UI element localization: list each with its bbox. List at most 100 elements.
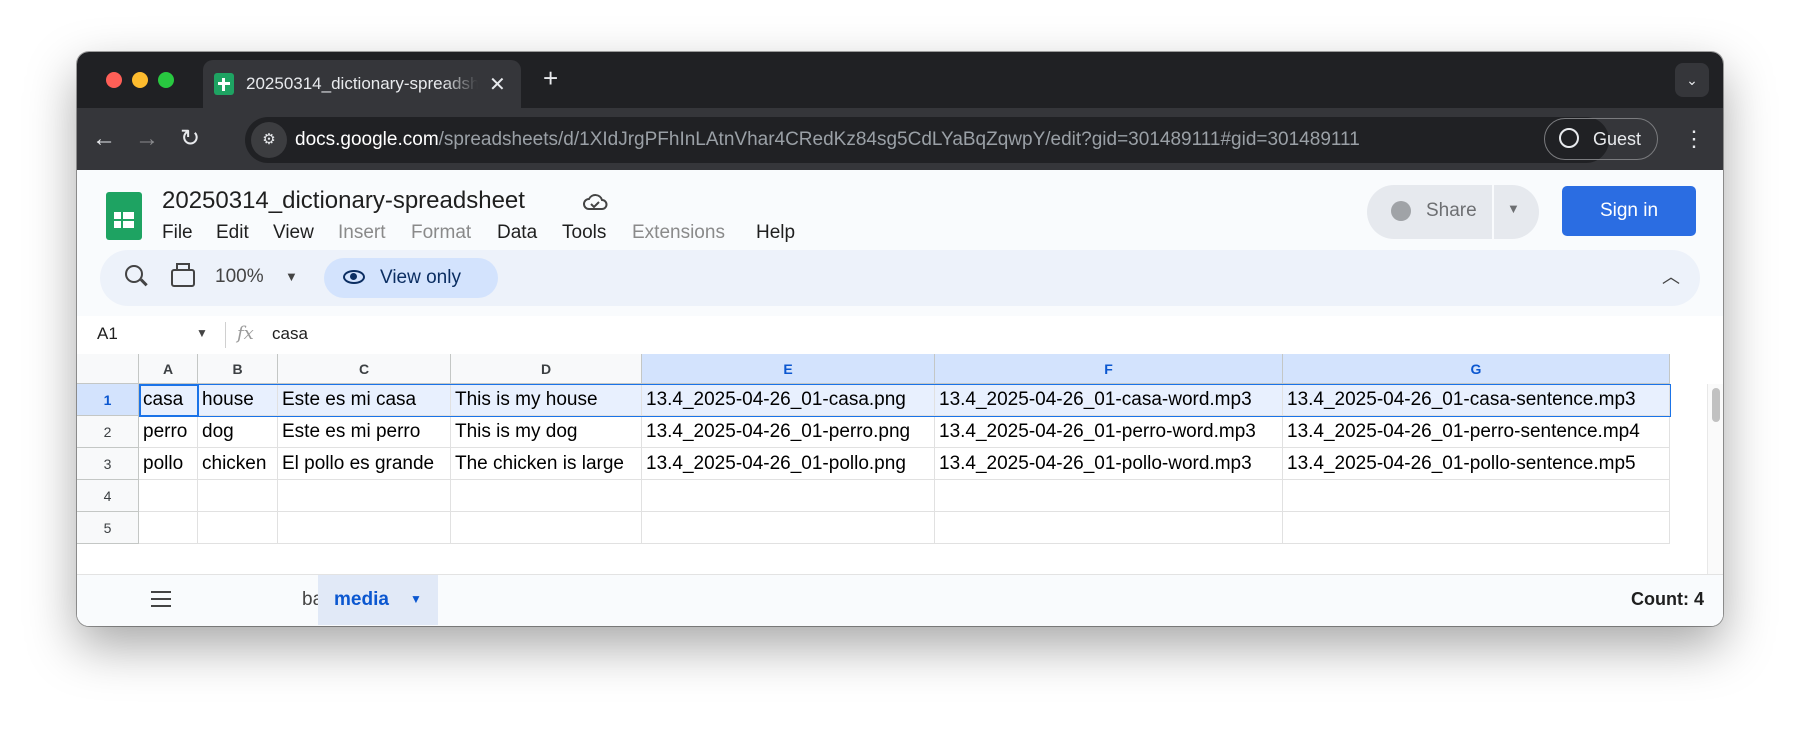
share-dropdown-icon[interactable]: ▼ (1507, 201, 1520, 216)
sheets-toolbar: 100% ▼ View only ︿ (100, 250, 1700, 306)
menu-file[interactable]: File (162, 222, 193, 244)
cell-b5[interactable] (198, 512, 278, 544)
column-header-g[interactable]: G (1283, 354, 1670, 384)
zoom-dropdown-icon[interactable]: ▼ (285, 269, 298, 284)
url-text[interactable]: docs.google.com/spreadsheets/d/1XIdJrgPF… (295, 129, 1360, 151)
sheet-tab-media[interactable]: media ▼ (318, 575, 438, 625)
tune-icon: ⚙ (262, 131, 276, 148)
browser-toolbar: ← → ↻ ⚙ docs.google.com/spreadsheets/d/1… (77, 108, 1723, 170)
close-window-button[interactable] (106, 72, 122, 88)
cell-g5[interactable] (1283, 512, 1670, 544)
cell-d5[interactable] (451, 512, 642, 544)
cell-f3[interactable]: 13.4_2025-04-26_01-pollo-word.mp3 (935, 448, 1283, 480)
browser-tab-active[interactable]: 20250314_dictionary-spreadsheet ✕ (203, 60, 521, 108)
cell-f2[interactable]: 13.4_2025-04-26_01-perro-word.mp3 (935, 416, 1283, 448)
name-box[interactable]: A1 (97, 324, 118, 344)
profile-button[interactable]: Guest (1544, 118, 1658, 160)
cell-b2[interactable]: dog (198, 416, 278, 448)
formula-value[interactable]: casa (272, 324, 308, 344)
menu-tools[interactable]: Tools (562, 222, 606, 244)
cloud-done-icon[interactable] (582, 192, 608, 212)
share-button[interactable]: Share ▼ (1367, 185, 1539, 239)
share-divider (1492, 185, 1494, 239)
menu-edit[interactable]: Edit (216, 222, 249, 244)
column-header-a[interactable]: A (139, 354, 198, 384)
sign-in-button[interactable]: Sign in (1562, 186, 1696, 236)
back-button[interactable]: ← (87, 122, 121, 156)
column-header-d[interactable]: D (451, 354, 642, 384)
select-all-corner[interactable] (77, 354, 139, 384)
sheets-app: 20250314_dictionary-spreadsheet File Edi… (77, 170, 1723, 626)
column-header-c[interactable]: C (278, 354, 451, 384)
menu-help[interactable]: Help (756, 222, 795, 244)
cell-a3[interactable]: pollo (139, 448, 198, 480)
tab-strip: 20250314_dictionary-spreadsheet ✕ + ⌄ (77, 52, 1723, 108)
reload-button[interactable]: ↻ (173, 122, 207, 156)
selection-range-outline (139, 384, 1671, 417)
sheet-tab-label: media (334, 589, 389, 610)
cell-e5[interactable] (642, 512, 935, 544)
cell-g4[interactable] (1283, 480, 1670, 512)
menu-data[interactable]: Data (497, 222, 537, 244)
cell-e2[interactable]: 13.4_2025-04-26_01-perro.png (642, 416, 935, 448)
menu-view[interactable]: View (273, 222, 314, 244)
cell-f5[interactable] (935, 512, 1283, 544)
column-header-e[interactable]: E (642, 354, 935, 384)
cell-f4[interactable] (935, 480, 1283, 512)
row-header-1[interactable]: 1 (77, 384, 139, 416)
menu-insert: Insert (338, 222, 386, 243)
chevron-up-icon[interactable]: ︿ (1662, 263, 1680, 289)
cell-d3[interactable]: The chicken is large (451, 448, 642, 480)
cell-a2[interactable]: perro (139, 416, 198, 448)
cell-c4[interactable] (278, 480, 451, 512)
print-icon[interactable] (171, 263, 195, 287)
view-only-button[interactable]: View only (324, 258, 498, 298)
zoom-select[interactable]: 100% (215, 266, 264, 288)
formula-bar: A1 ▼ fx casa (77, 316, 1723, 354)
column-header-b[interactable]: B (198, 354, 278, 384)
tab-close-icon[interactable]: ✕ (489, 72, 506, 97)
row-header-5[interactable]: 5 (77, 512, 139, 544)
spreadsheet-grid: A B C D E F G 1 casa house Este es mi casa This is … (77, 354, 1723, 574)
column-header-f[interactable]: F (935, 354, 1283, 384)
cell-d4[interactable] (451, 480, 642, 512)
new-tab-button[interactable]: + (543, 63, 558, 94)
cell-g2[interactable]: 13.4_2025-04-26_01-perro-sentence.mp4 (1283, 416, 1670, 448)
sheets-logo-icon[interactable] (106, 192, 142, 240)
tab-search-button[interactable]: ⌄ (1675, 63, 1709, 97)
sheet-tab-dropdown-icon[interactable]: ▼ (410, 592, 422, 606)
cell-b3[interactable]: chicken (198, 448, 278, 480)
arrow-right-icon: → (135, 125, 159, 152)
cell-c5[interactable] (278, 512, 451, 544)
vertical-scroll-thumb[interactable] (1712, 388, 1720, 422)
vertical-scrollbar[interactable] (1707, 384, 1723, 574)
forward-button[interactable]: → (130, 122, 164, 156)
cell-a5[interactable] (139, 512, 198, 544)
sheets-favicon-icon (214, 73, 234, 95)
cell-c2[interactable]: Este es mi perro (278, 416, 451, 448)
sheet-tabs-bar: basic ▼ media ▼ Count: 4 (77, 574, 1723, 626)
cell-g3[interactable]: 13.4_2025-04-26_01-pollo-sentence.mp5 (1283, 448, 1670, 480)
cell-c3[interactable]: El pollo es grande (278, 448, 451, 480)
reload-icon: ↻ (179, 125, 201, 152)
share-label: Share (1426, 200, 1477, 221)
fx-icon: fx (237, 323, 254, 344)
cell-e4[interactable] (642, 480, 935, 512)
more-vert-icon[interactable]: ⋮ (1683, 122, 1705, 156)
row-header-2[interactable]: 2 (77, 416, 139, 448)
minimize-window-button[interactable] (132, 72, 148, 88)
site-info-button[interactable]: ⚙ (251, 122, 287, 158)
search-icon[interactable] (125, 265, 143, 283)
cell-e3[interactable]: 13.4_2025-04-26_01-pollo.png (642, 448, 935, 480)
cell-a4[interactable] (139, 480, 198, 512)
cell-b4[interactable] (198, 480, 278, 512)
maximize-window-button[interactable] (158, 72, 174, 88)
cell-d2[interactable]: This is my dog (451, 416, 642, 448)
row-header-3[interactable]: 3 (77, 448, 139, 480)
all-sheets-menu-icon[interactable] (151, 591, 171, 607)
address-bar[interactable]: ⚙ docs.google.com/spreadsheets/d/1XIdJrg… (245, 117, 1609, 163)
chevron-down-icon: ⌄ (1686, 72, 1698, 88)
name-box-dropdown-icon[interactable]: ▼ (196, 326, 208, 340)
row-header-4[interactable]: 4 (77, 480, 139, 512)
globe-icon (1391, 201, 1411, 221)
